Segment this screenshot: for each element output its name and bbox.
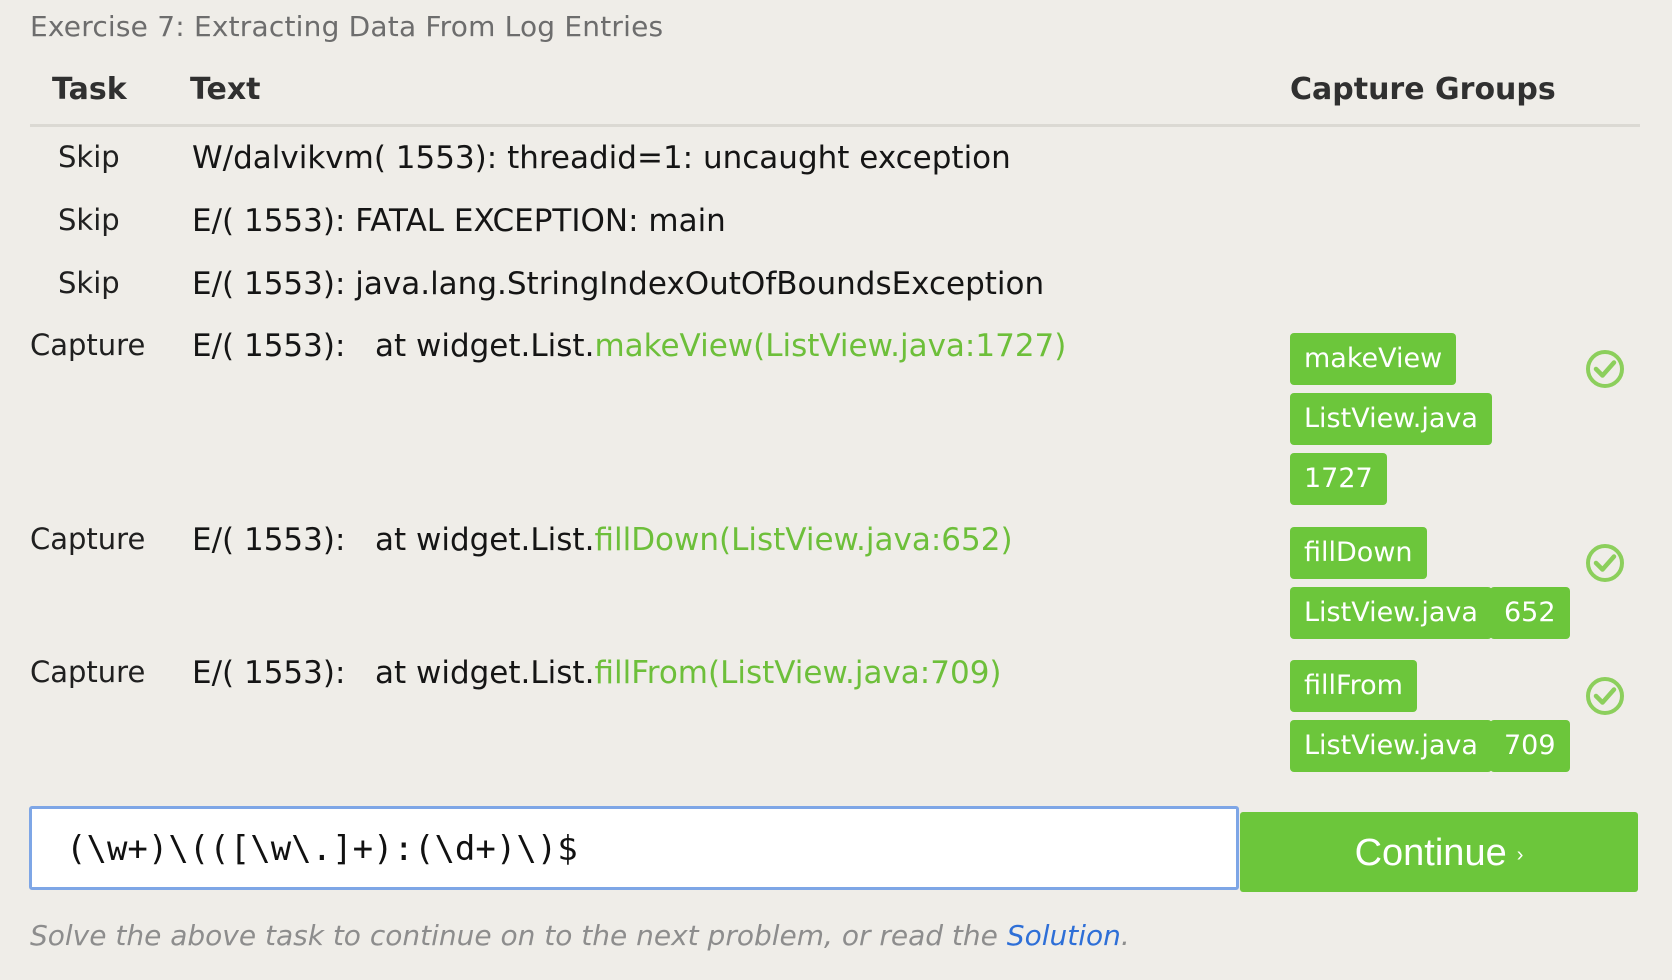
- check-circle-icon: [1586, 350, 1624, 388]
- task-label: Capture: [30, 328, 146, 362]
- footer-text-after: .: [1120, 919, 1130, 952]
- header-divider: [30, 124, 1640, 127]
- regex-input-container: [29, 806, 1239, 890]
- task-label: Skip: [58, 203, 120, 237]
- check-circle-icon: [1586, 544, 1624, 582]
- capture-chip: 652: [1490, 587, 1570, 639]
- capture-chip: ListView.java: [1290, 587, 1492, 639]
- row-text: W/dalvikvm( 1553): threadid=1: uncaught …: [192, 140, 1011, 176]
- text-prefix: W/dalvikvm( 1553): threadid=1: uncaught …: [192, 140, 1011, 176]
- capture-chip: makeView: [1290, 333, 1457, 385]
- continue-label: Continue: [1354, 832, 1507, 874]
- header-capture-groups: Capture Groups: [1290, 72, 1556, 107]
- text-prefix: E/( 1553): FATAL EXCEPTION: main: [192, 203, 726, 239]
- row-text: E/( 1553): FATAL EXCEPTION: main: [192, 203, 726, 239]
- text-prefix: E/( 1553): java.lang.StringIndexOutOfBou…: [192, 266, 1045, 302]
- text-match: fillDown(ListView.java:652): [594, 522, 1013, 558]
- text-prefix: E/( 1553): at widget.List.: [192, 522, 595, 558]
- task-label: Skip: [58, 140, 120, 174]
- regex-input[interactable]: [66, 825, 1206, 873]
- check-circle-icon: [1586, 677, 1624, 715]
- row-text: E/( 1553): at widget.List.makeView(ListV…: [192, 328, 1066, 364]
- row-text: E/( 1553): at widget.List.fillDown(ListV…: [192, 522, 1013, 558]
- exercise-title: Exercise 7: Extracting Data From Log Ent…: [30, 10, 664, 43]
- capture-chip: fillFrom: [1290, 660, 1417, 712]
- header-text: Text: [190, 72, 261, 107]
- exercise-page: Exercise 7: Extracting Data From Log Ent…: [0, 0, 1672, 980]
- footer-message: Solve the above task to continue on to t…: [30, 919, 1130, 952]
- task-label: Skip: [58, 266, 120, 300]
- text-match: makeView(ListView.java:1727): [594, 328, 1067, 364]
- task-label: Capture: [30, 522, 146, 556]
- capture-chip: ListView.java: [1290, 720, 1492, 772]
- task-label: Capture: [30, 655, 146, 689]
- capture-chip: ListView.java: [1290, 393, 1492, 445]
- text-prefix: E/( 1553): at widget.List.: [192, 655, 595, 691]
- table-header: Task Text Capture Groups: [0, 72, 1672, 122]
- continue-button[interactable]: Continue ›: [1240, 812, 1638, 892]
- capture-chip: 1727: [1290, 453, 1387, 505]
- row-text: E/( 1553): java.lang.StringIndexOutOfBou…: [192, 266, 1044, 302]
- capture-chip: 709: [1490, 720, 1570, 772]
- chevron-right-icon: ›: [1516, 843, 1524, 866]
- header-task: Task: [52, 72, 127, 107]
- row-text: E/( 1553): at widget.List.fillFrom(ListV…: [192, 655, 1002, 691]
- text-match: fillFrom(ListView.java:709): [594, 655, 1002, 691]
- text-prefix: E/( 1553): at widget.List.: [192, 328, 595, 364]
- solution-link[interactable]: Solution: [1007, 919, 1121, 952]
- footer-text-before: Solve the above task to continue on to t…: [30, 919, 1007, 952]
- capture-chip: fillDown: [1290, 527, 1427, 579]
